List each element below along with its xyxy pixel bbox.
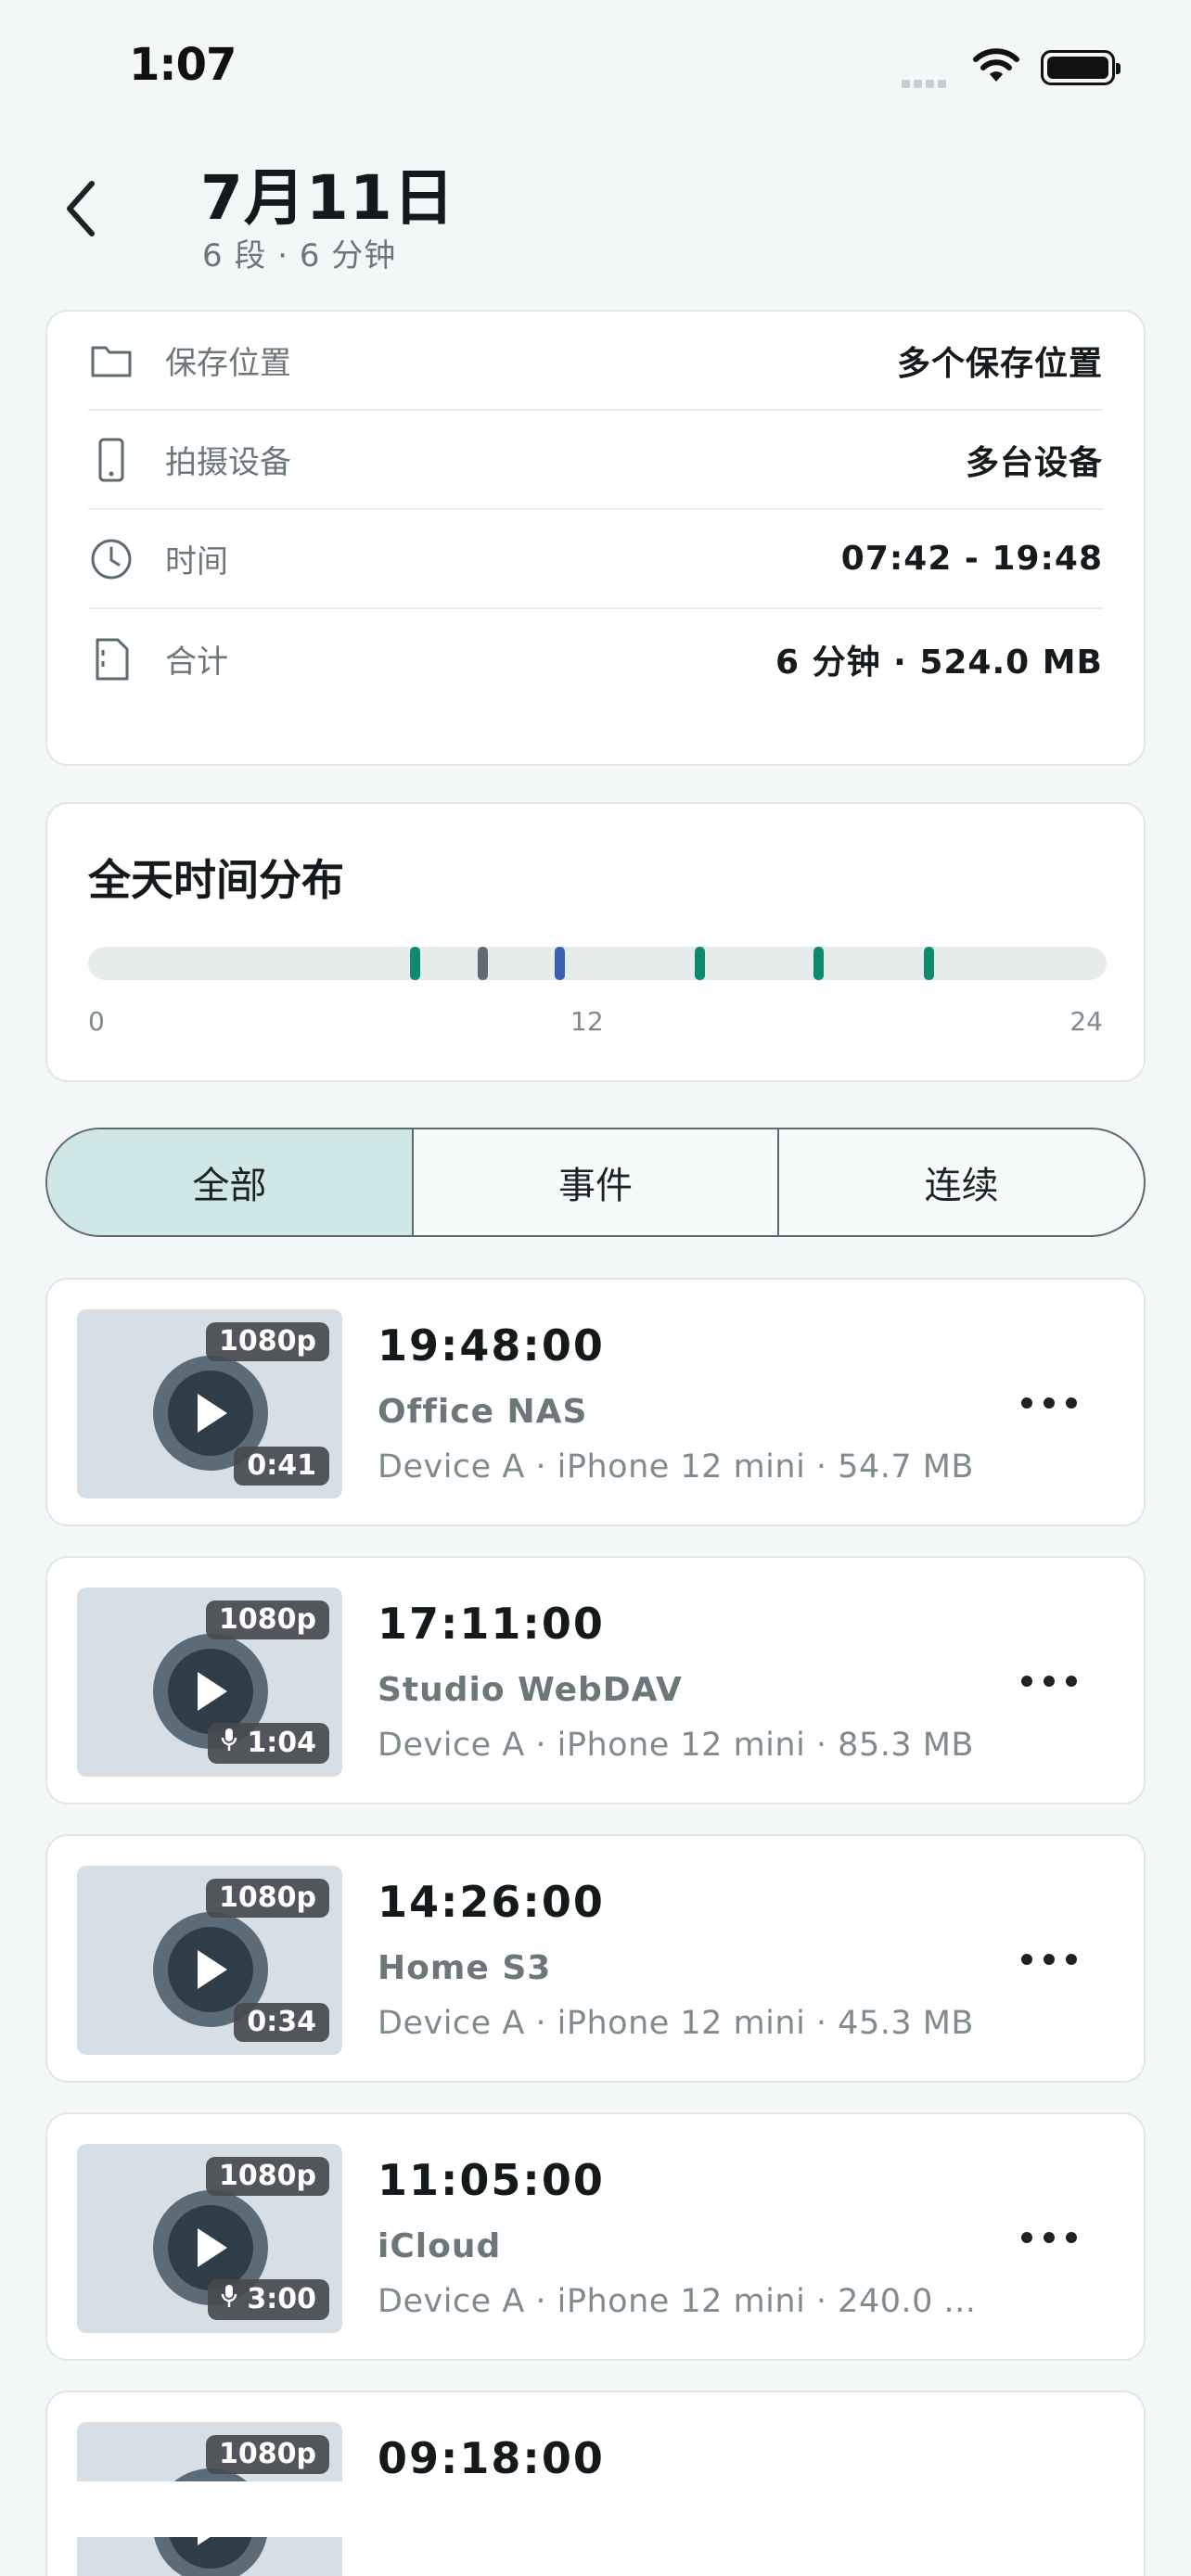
resolution-badge: 1080p xyxy=(206,2435,329,2474)
video-time: 09:18:00 xyxy=(378,2433,605,2483)
back-button[interactable] xyxy=(48,167,113,250)
duration-text: 1:04 xyxy=(247,1727,316,1759)
duration-badge: 0:41 xyxy=(234,1447,329,1486)
tab-continuous[interactable]: 连续 xyxy=(779,1129,1144,1235)
play-icon xyxy=(198,1394,227,1433)
clock-icon xyxy=(88,536,134,582)
more-options-icon[interactable] xyxy=(1021,1936,1077,1983)
play-icon xyxy=(198,1672,227,1711)
resolution-badge: 1080p xyxy=(206,2157,329,2196)
axis-label-end: 24 xyxy=(1069,1006,1103,1037)
info-row-device: 拍摄设备 多台设备 xyxy=(88,411,1103,510)
resolution-badge: 1080p xyxy=(206,1600,329,1639)
signal-icon xyxy=(902,74,950,92)
distribution-tick xyxy=(694,947,705,980)
distribution-tick xyxy=(923,947,934,980)
info-value: 多个保存位置 xyxy=(896,344,1103,383)
info-row-time: 时间 07:42 - 19:48 xyxy=(88,510,1103,609)
video-meta: Device A · iPhone 12 mini · 240.0 ... xyxy=(378,2283,977,2320)
summary-card: 保存位置 多个保存位置 拍摄设备 多台设备 时间 07:42 - 19:48 合… xyxy=(45,310,1146,766)
filter-segmented-control: 全部 事件 连续 xyxy=(45,1128,1146,1237)
distribution-tick xyxy=(410,947,421,980)
duration-badge: 1:04 xyxy=(208,1723,329,1764)
info-value: 6 分钟 · 524.0 MB xyxy=(775,643,1103,682)
info-row-storage: 保存位置 多个保存位置 xyxy=(88,312,1103,411)
video-item[interactable]: 1080p 1:04 17:11:00 Studio WebDAV Device A ·… xyxy=(45,1556,1146,1804)
info-row-total: 合计 6 分钟 · 524.0 MB xyxy=(88,609,1103,708)
play-icon xyxy=(198,1950,227,1989)
distribution-title: 全天时间分布 xyxy=(88,855,344,905)
video-item[interactable]: 1080p 0:34 14:26:00 Home S3 Device A · iPhon… xyxy=(45,1834,1146,2083)
video-meta: Device A · iPhone 12 mini · 54.7 MB xyxy=(378,1448,974,1486)
video-time: 11:05:00 xyxy=(378,2155,605,2205)
video-thumbnail[interactable]: 1080p 0:34 xyxy=(77,1866,342,2055)
info-label: 时间 xyxy=(165,543,228,580)
play-icon xyxy=(198,2228,227,2267)
page-title: 7月11日 xyxy=(200,162,455,234)
info-value: 多台设备 xyxy=(965,443,1103,482)
more-options-icon[interactable] xyxy=(1021,1658,1077,1704)
video-thumbnail[interactable]: 1080p 3:00 xyxy=(77,2144,342,2333)
video-storage-location: Home S3 xyxy=(378,1949,552,1987)
more-options-icon[interactable] xyxy=(1021,2214,1077,2261)
info-label: 合计 xyxy=(165,644,228,681)
video-item[interactable]: 1080p 0:41 19:48:00 Office NAS Device A · iP… xyxy=(45,1278,1146,1526)
chevron-left-icon xyxy=(67,181,95,236)
axis-label-start: 0 xyxy=(88,1006,105,1037)
video-time: 19:48:00 xyxy=(378,1320,605,1371)
duration-text: 3:00 xyxy=(247,2283,316,2315)
video-time: 14:26:00 xyxy=(378,1877,605,1927)
distribution-tick xyxy=(554,947,565,980)
video-item[interactable]: 1080p 3:00 11:05:00 iCloud Device A · iPhone… xyxy=(45,2112,1146,2361)
video-meta: Device A · iPhone 12 mini · 85.3 MB xyxy=(378,1727,974,1764)
video-storage-location: Studio WebDAV xyxy=(378,1671,683,1709)
video-storage-location: iCloud xyxy=(378,2227,502,2265)
video-storage-location: Office NAS xyxy=(378,1393,588,1431)
file-icon xyxy=(88,636,134,682)
mic-icon xyxy=(221,2283,237,2316)
folder-icon xyxy=(88,338,134,384)
duration-text: 0:41 xyxy=(247,1449,316,1482)
info-label: 保存位置 xyxy=(165,345,291,382)
axis-label-mid: 12 xyxy=(570,1006,604,1037)
info-value: 07:42 - 19:48 xyxy=(840,540,1103,578)
video-thumbnail[interactable]: 1080p 0:41 xyxy=(77,1309,342,1498)
distribution-tick xyxy=(813,947,824,980)
duration-badge: 0:34 xyxy=(234,2003,329,2042)
more-options-icon[interactable] xyxy=(1021,1380,1077,1426)
phone-icon xyxy=(88,437,134,483)
info-label: 拍摄设备 xyxy=(165,444,291,481)
distribution-tick xyxy=(478,947,489,980)
time-distribution-card: 全天时间分布 0 12 24 xyxy=(45,802,1146,1082)
tab-event[interactable]: 事件 xyxy=(414,1129,780,1235)
resolution-badge: 1080p xyxy=(206,1879,329,1918)
tab-all[interactable]: 全部 xyxy=(47,1129,414,1235)
duration-badge: 3:00 xyxy=(208,2279,329,2320)
resolution-badge: 1080p xyxy=(206,1322,329,1361)
thumbnail-clip-cover xyxy=(75,2481,344,2537)
battery-icon xyxy=(1041,50,1121,85)
video-time: 17:11:00 xyxy=(378,1599,605,1649)
mic-icon xyxy=(221,1727,237,1760)
video-meta: Device A · iPhone 12 mini · 45.3 MB xyxy=(378,2005,974,2042)
status-time: 1:07 xyxy=(129,39,237,91)
wifi-icon xyxy=(972,48,1020,89)
duration-text: 0:34 xyxy=(247,2006,316,2038)
page-subtitle: 6 段 · 6 分钟 xyxy=(202,237,397,274)
video-thumbnail[interactable]: 1080p 1:04 xyxy=(77,1588,342,1777)
distribution-track xyxy=(88,947,1107,980)
